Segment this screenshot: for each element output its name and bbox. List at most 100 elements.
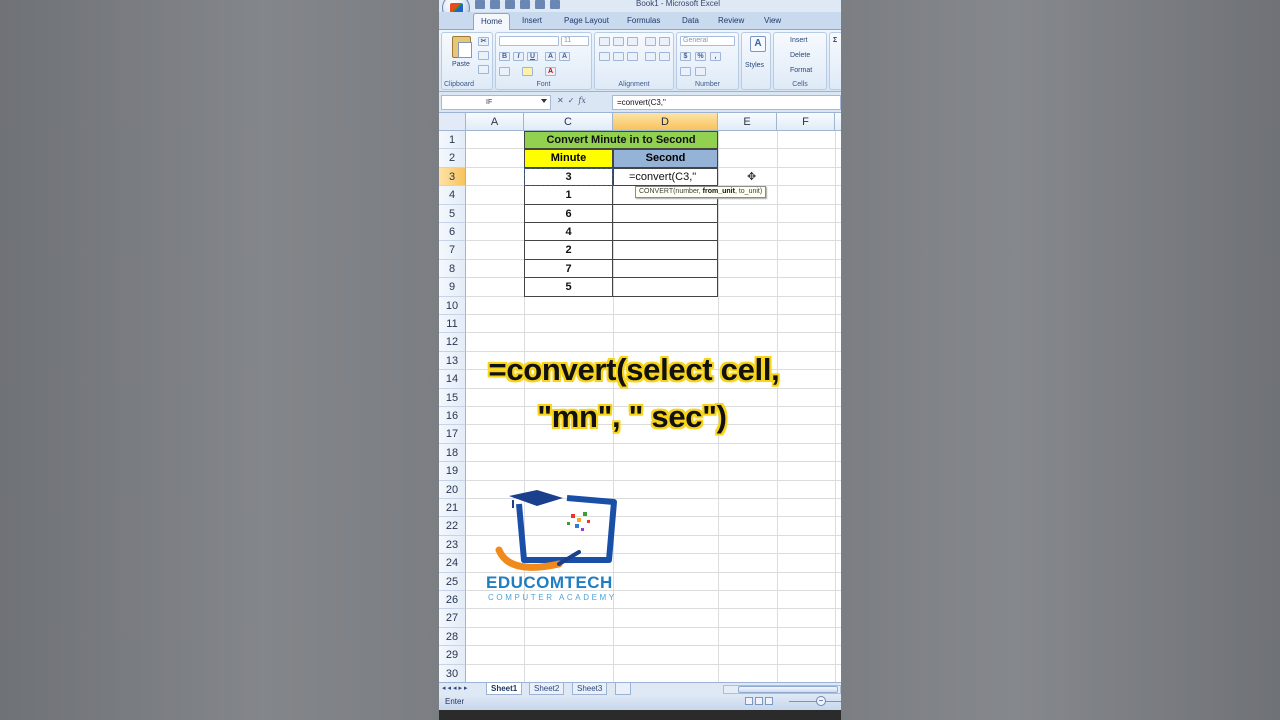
align-right-icon[interactable]	[627, 52, 638, 61]
chevron-down-icon[interactable]	[541, 99, 547, 103]
styles-icon[interactable]: A	[750, 36, 766, 52]
align-middle-icon[interactable]	[613, 37, 624, 46]
borders-icon[interactable]	[499, 67, 510, 76]
select-all-corner[interactable]	[439, 113, 466, 131]
row-header[interactable]: 5	[439, 204, 466, 223]
decrease-decimal-icon[interactable]	[695, 67, 706, 76]
cut-icon[interactable]: ✂	[478, 37, 489, 46]
font-size-box[interactable]: 11	[561, 36, 589, 46]
row-header[interactable]: 2	[439, 149, 466, 168]
tab-home[interactable]: Home	[473, 13, 511, 30]
sheet-nav-arrows-icon[interactable]: ◂◂◂▸▸	[442, 684, 470, 692]
column-header-d[interactable]: D	[613, 113, 718, 131]
format-painter-icon[interactable]	[478, 65, 489, 74]
row-header[interactable]: 22	[439, 517, 466, 536]
align-left-icon[interactable]	[599, 52, 610, 61]
column-header-e[interactable]: E	[718, 113, 777, 131]
fill-color-icon[interactable]	[522, 67, 533, 76]
spreadsheet-grid[interactable]: A C D E F 1 2 3 4 5 6 7 8 9 10 11 12 13 14 15 16 17 18 19 2…	[439, 113, 841, 682]
name-box[interactable]: IF	[441, 95, 551, 110]
align-top-icon[interactable]	[599, 37, 610, 46]
font-name-box[interactable]	[499, 36, 559, 46]
paste-label[interactable]: Paste	[452, 61, 470, 68]
row-header[interactable]: 18	[439, 443, 466, 463]
merge-center-icon[interactable]	[659, 52, 670, 61]
currency-icon[interactable]: $	[680, 52, 691, 61]
minute-value-cell[interactable]: 5	[524, 278, 613, 296]
format-cells-button[interactable]: Format	[790, 67, 812, 74]
column-header-f[interactable]: F	[777, 113, 835, 131]
sheet-tab-3[interactable]: Sheet3	[572, 683, 608, 695]
print-preview-icon[interactable]	[520, 0, 530, 9]
row-header[interactable]: 12	[439, 333, 466, 352]
sheet-tab-1[interactable]: Sheet1	[486, 683, 523, 695]
insert-sheet-icon[interactable]	[615, 683, 631, 695]
delete-cells-button[interactable]: Delete	[790, 52, 810, 59]
minute-value-cell[interactable]: 4	[524, 223, 613, 241]
normal-view-icon[interactable]	[745, 697, 753, 705]
row-header[interactable]: 1	[439, 131, 466, 150]
align-bottom-icon[interactable]	[627, 37, 638, 46]
minute-header[interactable]: Minute	[524, 149, 613, 168]
row-header[interactable]: 27	[439, 609, 466, 628]
number-format-box[interactable]: General	[680, 36, 735, 46]
decrease-indent-icon[interactable]	[645, 52, 656, 61]
row-header[interactable]: 23	[439, 535, 466, 555]
align-center-icon[interactable]	[613, 52, 624, 61]
second-header[interactable]: Second	[613, 149, 718, 168]
row-header[interactable]: 26	[439, 591, 466, 610]
row-header[interactable]: 19	[439, 462, 466, 481]
undo-icon[interactable]	[490, 0, 500, 9]
copy-icon[interactable]	[478, 51, 489, 60]
percent-icon[interactable]: %	[695, 52, 706, 61]
page-layout-view-icon[interactable]	[755, 697, 763, 705]
column-header-c[interactable]: C	[524, 113, 613, 131]
horizontal-scrollbar[interactable]	[723, 685, 841, 694]
row-header[interactable]: 21	[439, 499, 466, 518]
row-header[interactable]: 29	[439, 646, 466, 665]
tab-view[interactable]: View	[764, 16, 781, 25]
grow-font-icon[interactable]: A	[545, 52, 556, 61]
minute-value-cell[interactable]: 2	[524, 241, 613, 259]
formula-input[interactable]: =convert(C3,"	[612, 95, 841, 110]
row-header[interactable]: 28	[439, 627, 466, 647]
quick-print-icon[interactable]	[535, 0, 545, 9]
minute-value-cell[interactable]: 6	[524, 205, 613, 223]
cancel-icon[interactable]: ✕	[557, 96, 564, 105]
zoom-out-icon[interactable]: −	[816, 696, 826, 706]
font-color-icon[interactable]: A	[545, 67, 556, 76]
italic-icon[interactable]: I	[513, 52, 524, 61]
insert-function-icon[interactable]: fx	[578, 96, 585, 105]
tab-formulas[interactable]: Formulas	[627, 16, 660, 25]
scroll-thumb[interactable]	[738, 686, 838, 693]
row-header[interactable]: 25	[439, 572, 466, 591]
bold-icon[interactable]: B	[499, 52, 510, 61]
column-header-a[interactable]: A	[466, 113, 524, 131]
row-header[interactable]: 7	[439, 241, 466, 260]
redo-icon[interactable]	[505, 0, 515, 9]
paste-icon[interactable]	[452, 36, 472, 58]
underline-icon[interactable]: U	[527, 52, 538, 61]
row-header[interactable]: 8	[439, 259, 466, 279]
page-break-view-icon[interactable]	[765, 697, 773, 705]
wrap-text-icon[interactable]	[659, 37, 670, 46]
row-header[interactable]: 3	[439, 167, 466, 187]
row-header[interactable]: 30	[439, 664, 466, 682]
row-header[interactable]: 4	[439, 186, 466, 205]
row-header[interactable]: 9	[439, 278, 466, 297]
minute-value-cell[interactable]: 7	[524, 260, 613, 278]
row-header[interactable]: 20	[439, 480, 466, 499]
orientation-icon[interactable]	[645, 37, 656, 46]
insert-cells-button[interactable]: Insert	[790, 37, 808, 44]
tab-insert[interactable]: Insert	[522, 16, 542, 25]
row-header[interactable]: 11	[439, 315, 466, 334]
column-header-partial[interactable]	[835, 113, 841, 131]
row-header[interactable]: 10	[439, 296, 466, 315]
comma-icon[interactable]: ,	[710, 52, 721, 61]
autosum-icon[interactable]: Σ	[833, 37, 837, 44]
row-header[interactable]: 6	[439, 223, 466, 242]
minute-value-cell[interactable]: 1	[524, 186, 613, 204]
row-header[interactable]: 24	[439, 554, 466, 573]
active-edit-cell[interactable]: =convert(C3,"	[613, 167, 718, 187]
tab-review[interactable]: Review	[718, 16, 744, 25]
